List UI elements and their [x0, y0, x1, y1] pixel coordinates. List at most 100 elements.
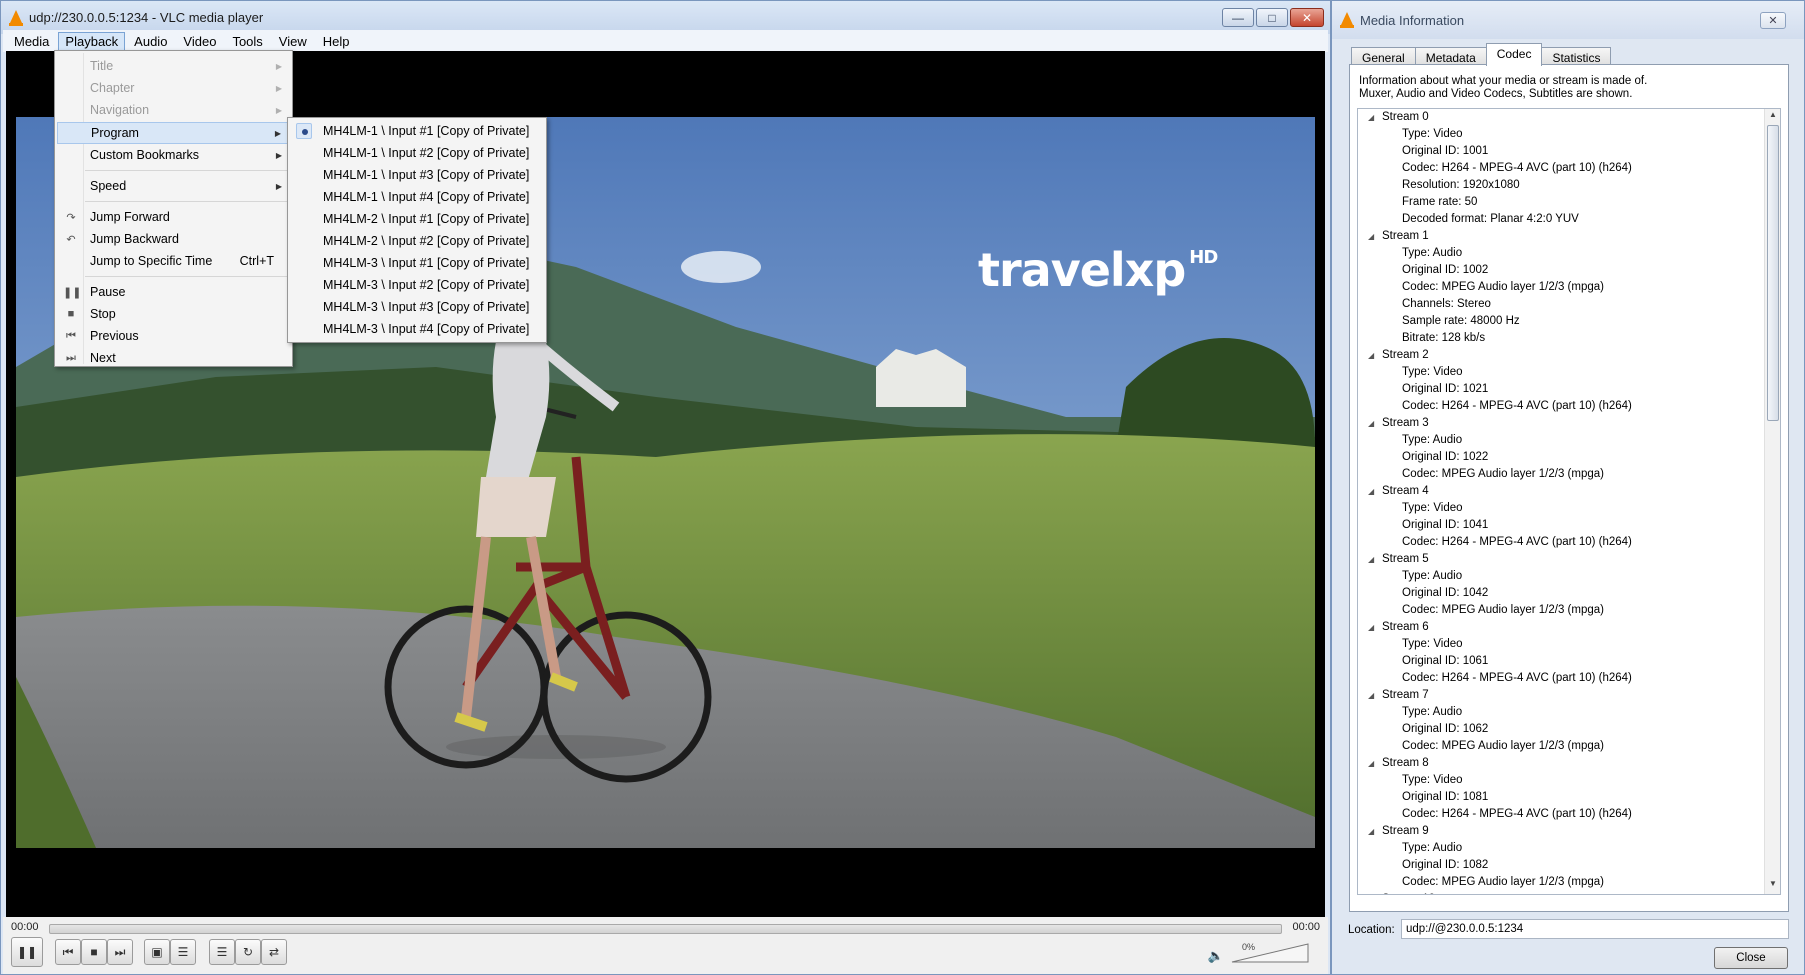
program-item[interactable]: MH4LM-3 \ Input #4 [Copy of Private] — [290, 318, 544, 340]
speaker-icon[interactable]: 🔈 — [1208, 948, 1224, 964]
program-item[interactable]: MH4LM-3 \ Input #3 [Copy of Private] — [290, 296, 544, 318]
tab-codec[interactable]: Codec — [1485, 43, 1543, 66]
program-item[interactable]: MH4LM-2 \ Input #2 [Copy of Private] — [290, 230, 544, 252]
tree-stream-row[interactable]: ◢ Stream 4 — [1358, 483, 1780, 500]
expand-triangle-icon[interactable]: ◢ — [1368, 823, 1374, 840]
menu-tools[interactable]: Tools — [225, 32, 269, 51]
expand-triangle-icon[interactable]: ◢ — [1368, 483, 1374, 500]
menu-label: Previous — [90, 329, 139, 343]
playlist-button[interactable]: ☰ — [209, 939, 235, 965]
info-close-x-button[interactable]: ✕ — [1760, 12, 1786, 29]
pause-icon: ❚❚ — [63, 286, 82, 299]
menu-playback[interactable]: Playback — [58, 31, 126, 51]
menu-item-chapter[interactable]: Chapter ▶ — [57, 78, 290, 98]
expand-triangle-icon[interactable]: ◢ — [1368, 687, 1374, 704]
close-button[interactable]: ✕ — [1290, 8, 1324, 27]
expand-triangle-icon[interactable]: ◢ — [1368, 755, 1374, 772]
tree-stream-row[interactable]: ◢ Stream 7 — [1358, 687, 1780, 704]
menu-video[interactable]: Video — [176, 32, 223, 51]
tree-stream-row[interactable]: ◢ Stream 10 — [1358, 891, 1780, 894]
extended-settings-button[interactable]: ☰ — [170, 939, 196, 965]
program-label: MH4LM-1 \ Input #3 [Copy of Private] — [323, 168, 530, 182]
loop-button[interactable]: ↻ — [235, 939, 261, 965]
info-titlebar: Media Information ✕ — [1332, 1, 1804, 39]
tree-stream-row[interactable]: ◢ Stream 3 — [1358, 415, 1780, 432]
menu-view[interactable]: View — [272, 32, 314, 51]
expand-triangle-icon[interactable]: ◢ — [1368, 415, 1374, 432]
tree-stream-row[interactable]: ◢ Stream 5 — [1358, 551, 1780, 568]
menu-media[interactable]: Media — [7, 32, 56, 51]
scroll-down-icon[interactable]: ▼ — [1765, 879, 1780, 893]
menu-item-stop[interactable]: ■ Stop — [57, 304, 290, 324]
expand-triangle-icon[interactable]: ◢ — [1368, 551, 1374, 568]
shuffle-button[interactable]: ⇄ — [261, 939, 287, 965]
tree-stream-row[interactable]: ◢ Stream 8 — [1358, 755, 1780, 772]
menu-item-pause[interactable]: ❚❚ Pause — [57, 282, 290, 302]
location-field[interactable]: udp://@230.0.0.5:1234 — [1401, 919, 1789, 939]
expand-triangle-icon[interactable]: ◢ — [1368, 228, 1374, 245]
menu-item-next[interactable]: ⏭ Next — [57, 348, 290, 368]
menu-item-jump-specific-time[interactable]: Jump to Specific Time Ctrl+T — [57, 251, 290, 271]
menu-item-custom-bookmarks[interactable]: Custom Bookmarks ▶ — [57, 145, 290, 165]
program-label: MH4LM-1 \ Input #2 [Copy of Private] — [323, 146, 530, 160]
tree-stream-row[interactable]: ◢ Stream 2 — [1358, 347, 1780, 364]
tree-property-row: Frame rate: 50 — [1402, 196, 1478, 208]
expand-triangle-icon[interactable]: ◢ — [1368, 109, 1374, 126]
tree-property-row: Type: Video — [1402, 502, 1463, 514]
next-button[interactable]: ⏭ — [107, 939, 133, 965]
tree-property-row: Codec: MPEG Audio layer 1/2/3 (mpga) — [1402, 604, 1604, 616]
jump-backward-icon: ↶ — [66, 233, 76, 246]
program-item[interactable]: MH4LM-1 \ Input #2 [Copy of Private] — [290, 142, 544, 164]
program-item[interactable]: MH4LM-1 \ Input #3 [Copy of Private] — [290, 164, 544, 186]
radio-selected-icon — [296, 123, 312, 139]
maximize-button[interactable]: □ — [1256, 8, 1288, 27]
close-icon: ✕ — [1768, 15, 1778, 27]
program-item[interactable]: MH4LM-2 \ Input #1 [Copy of Private] — [290, 208, 544, 230]
tree-property-row: Type: Video — [1402, 366, 1463, 378]
tree-stream-row[interactable]: ◢ Stream 0 — [1358, 109, 1780, 126]
scroll-up-icon[interactable]: ▲ — [1765, 110, 1780, 124]
pause-button[interactable]: ❚❚ — [11, 937, 43, 967]
menu-label: Program — [91, 126, 139, 140]
tree-property-row: Type: Audio — [1402, 434, 1463, 446]
close-button[interactable]: Close — [1714, 947, 1788, 969]
previous-button[interactable]: ⏮ — [55, 939, 81, 965]
stop-button[interactable]: ■ — [81, 939, 107, 965]
menu-audio[interactable]: Audio — [127, 32, 174, 51]
tree-stream-row[interactable]: ◢ Stream 9 — [1358, 823, 1780, 840]
menu-item-previous[interactable]: ⏮ Previous — [57, 326, 290, 346]
minimize-button[interactable]: — — [1222, 8, 1254, 27]
program-item[interactable]: MH4LM-3 \ Input #1 [Copy of Private] — [290, 252, 544, 274]
program-item[interactable]: MH4LM-3 \ Input #2 [Copy of Private] — [290, 274, 544, 296]
program-item[interactable]: MH4LM-1 \ Input #1 [Copy of Private] — [290, 120, 544, 142]
tree-scrollbar[interactable]: ▲ ▼ — [1764, 109, 1780, 894]
codec-tree[interactable]: ◢ Stream 0 Type: Video Original ID: 1001 Cod… — [1357, 108, 1781, 895]
menu-item-speed[interactable]: Speed ▶ — [57, 176, 290, 196]
stream-label: Stream 8 — [1382, 757, 1429, 769]
expand-triangle-icon[interactable]: ◢ — [1368, 347, 1374, 364]
menu-help[interactable]: Help — [316, 32, 357, 51]
tree-stream-row[interactable]: ◢ Stream 6 — [1358, 619, 1780, 636]
expand-triangle-icon[interactable]: ◢ — [1368, 619, 1374, 636]
menu-item-title[interactable]: Title ▶ — [57, 56, 290, 76]
pause-icon: ❚❚ — [16, 945, 38, 959]
seek-bar[interactable] — [49, 924, 1282, 934]
tree-stream-row[interactable]: ◢ Stream 1 — [1358, 228, 1780, 245]
menu-label: Pause — [90, 285, 126, 299]
stream-label: Stream 4 — [1382, 485, 1429, 497]
volume-slider[interactable]: 0% — [1230, 942, 1310, 964]
previous-icon: ⏮ — [62, 944, 74, 959]
program-item[interactable]: MH4LM-1 \ Input #4 [Copy of Private] — [290, 186, 544, 208]
scroll-thumb[interactable] — [1767, 125, 1779, 421]
info-title: Media Information — [1360, 12, 1465, 28]
menu-item-jump-backward[interactable]: ↶ Jump Backward — [57, 229, 290, 249]
menu-label: Speed — [90, 179, 127, 193]
program-label: MH4LM-3 \ Input #4 [Copy of Private] — [323, 322, 530, 336]
menu-item-program[interactable]: Program ▶ — [57, 122, 290, 144]
expand-triangle-icon[interactable]: ◢ — [1368, 891, 1374, 894]
tree-property-row: Type: Video — [1402, 128, 1463, 140]
fullscreen-button[interactable]: ▣ — [144, 939, 170, 965]
menu-item-jump-forward[interactable]: ↷ Jump Forward — [57, 207, 290, 227]
menu-item-navigation[interactable]: Navigation ▶ — [57, 100, 290, 120]
tree-property-row: Codec: MPEG Audio layer 1/2/3 (mpga) — [1402, 740, 1604, 752]
